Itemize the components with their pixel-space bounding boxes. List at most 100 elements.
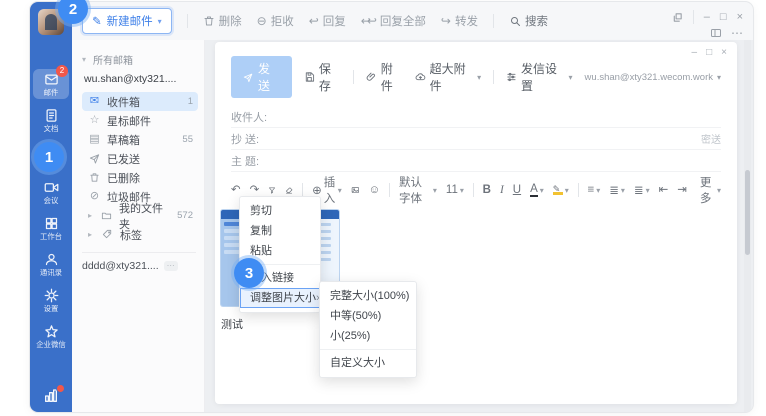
send-button[interactable]: 发送: [231, 56, 292, 98]
eraser-icon[interactable]: [285, 185, 293, 196]
plus-circle-icon: ⊕: [312, 183, 322, 197]
mailbox-section[interactable]: ▾ 所有邮箱: [82, 52, 198, 67]
save-button[interactable]: 保存: [304, 60, 341, 94]
folder-deleted[interactable]: 已删除: [82, 168, 198, 187]
close-button[interactable]: ×: [737, 12, 743, 23]
reject-label: 拒收: [271, 13, 294, 29]
compose-maximize-button[interactable]: □: [706, 47, 712, 58]
menu-item-cut[interactable]: 剪切: [240, 201, 320, 221]
new-mail-button[interactable]: ✎ 新建邮件 ▾: [82, 8, 172, 34]
bullet-list-button[interactable]: ≣ ▾: [609, 183, 625, 197]
send-settings-button[interactable]: 发信设置 ▾: [506, 60, 572, 94]
submenu-item-custom-size[interactable]: 自定义大小: [320, 353, 416, 373]
bcc-toggle[interactable]: 密送: [701, 131, 721, 146]
redo-icon[interactable]: ↷: [250, 184, 260, 196]
spark-icon: [44, 324, 59, 339]
folder-panel: ▾ 所有邮箱 wu.shan@xty321.... ✉ 收件箱 1 ☆ 星标邮件…: [72, 40, 205, 412]
compose-action-bar: 发送 保存 附件 超大附件: [215, 42, 737, 98]
forward-label: 转发: [455, 13, 478, 29]
italic-button[interactable]: I: [500, 184, 504, 196]
reply-all-icon: ↩↩: [361, 15, 373, 27]
rail-bottom-app[interactable]: [43, 388, 59, 404]
numbered-list-icon: ≣: [634, 183, 644, 197]
font-color-button[interactable]: A ▾: [530, 184, 544, 197]
attach-button[interactable]: 附件: [366, 60, 403, 94]
account2-badge: ⋯: [164, 261, 178, 271]
menu-item-resize-image[interactable]: 调整图片大小 ›: [240, 288, 320, 308]
undo-icon[interactable]: ↶: [231, 184, 241, 196]
minimize-button[interactable]: –: [704, 12, 710, 23]
highlight-button[interactable]: ✎ ▾: [553, 186, 569, 195]
bold-button[interactable]: B: [483, 184, 491, 196]
menu-item-copy[interactable]: 复制: [240, 221, 320, 241]
section-label: 所有邮箱: [93, 52, 133, 67]
emoji-icon[interactable]: ☺: [368, 184, 380, 196]
font-select[interactable]: 默认字体 ▾: [399, 174, 437, 206]
send-settings-label: 发信设置: [521, 60, 565, 94]
delete-button[interactable]: 删除: [203, 13, 242, 29]
folder-inbox[interactable]: ✉ 收件箱 1: [82, 92, 198, 111]
subject-field[interactable]: 主 题:: [231, 150, 721, 172]
forward-button[interactable]: ↪ 转发: [441, 13, 478, 29]
body-text[interactable]: 测试: [221, 316, 721, 332]
account-name[interactable]: wu.shan@xty321....: [84, 73, 198, 85]
reply-label: 回复: [323, 13, 346, 29]
chevron-down-icon: ▾: [646, 186, 650, 195]
reject-button[interactable]: ⊖ 拒收: [257, 13, 294, 29]
subject-label: 主 题:: [231, 153, 259, 169]
from-account-selector[interactable]: wu.shan@xty321.wecom.work ▾: [585, 72, 721, 83]
rail-item-wecom[interactable]: 企业微信: [33, 321, 69, 351]
align-button[interactable]: ≡ ▾: [588, 184, 601, 196]
maximize-button[interactable]: □: [720, 12, 727, 23]
rail-item-docs[interactable]: 文档: [33, 105, 69, 135]
to-field[interactable]: 收件人:: [231, 106, 721, 128]
search-label: 搜索: [525, 13, 548, 29]
folder-tags[interactable]: ▸ 标签: [82, 225, 198, 244]
large-attach-button[interactable]: 超大附件 ▾: [415, 60, 481, 94]
sliders-icon: [506, 71, 517, 83]
popout-icon[interactable]: [672, 12, 683, 23]
font-size: 11: [446, 184, 458, 196]
contacts-icon: [44, 252, 59, 267]
folder-drafts[interactable]: ▤ 草稿箱 55: [82, 130, 198, 149]
reply-all-button[interactable]: ↩↩ 回复全部: [361, 13, 426, 29]
search-icon: [509, 15, 521, 27]
scrollbar-thumb[interactable]: [745, 170, 750, 255]
divider: [578, 183, 579, 197]
format-painter-icon[interactable]: [268, 185, 276, 196]
reply-button[interactable]: ↩ 回复: [309, 13, 346, 29]
image-size-submenu: 完整大小(100%) 中等(50%) 小(25%) 自定义大小: [319, 281, 417, 378]
mail-unread-badge: 2: [56, 65, 68, 77]
compose-icon: ✎: [92, 14, 102, 28]
rail-item-mail[interactable]: 邮件 2: [33, 69, 69, 99]
rail-item-workbench[interactable]: 工作台: [33, 213, 69, 243]
divider: [353, 70, 354, 84]
rail-item-contacts[interactable]: 通讯录: [33, 249, 69, 279]
folder-my-folders[interactable]: ▸ 我的文件夹 572: [82, 206, 198, 225]
account2-row[interactable]: dddd@xty321.... ⋯: [82, 260, 198, 272]
font-size-select[interactable]: 11 ▾: [446, 184, 464, 196]
compose-minimize-button[interactable]: –: [692, 47, 698, 58]
paperclip-icon: [366, 71, 377, 83]
rail-item-meeting[interactable]: 会议: [33, 177, 69, 207]
folder-starred[interactable]: ☆ 星标邮件: [82, 111, 198, 130]
indent-button[interactable]: ⇥: [677, 184, 687, 196]
numbered-list-button[interactable]: ≣ ▾: [634, 183, 650, 197]
submenu-item-full-size[interactable]: 完整大小(100%): [320, 286, 416, 306]
search-button[interactable]: 搜索: [509, 13, 548, 29]
underline-button[interactable]: U: [513, 184, 521, 196]
folder-sent[interactable]: 已发送: [82, 149, 198, 168]
compose-close-button[interactable]: ×: [721, 47, 727, 58]
more-button[interactable]: ⋯: [731, 26, 743, 40]
panel-toggle-icon[interactable]: [710, 27, 722, 39]
submenu-item-small[interactable]: 小(25%): [320, 326, 416, 346]
drafts-icon: ▤: [88, 134, 101, 145]
divider: [389, 183, 390, 197]
cc-field[interactable]: 抄 送: 密送: [231, 128, 721, 150]
insert-image-icon[interactable]: [351, 184, 360, 196]
outdent-button[interactable]: ⇤: [659, 184, 669, 196]
more-formats-button[interactable]: 更多 ▾: [700, 174, 721, 206]
rail-item-settings[interactable]: 设置: [33, 285, 69, 315]
submenu-item-medium[interactable]: 中等(50%): [320, 306, 416, 326]
chevron-down-icon: ▾: [477, 73, 481, 82]
